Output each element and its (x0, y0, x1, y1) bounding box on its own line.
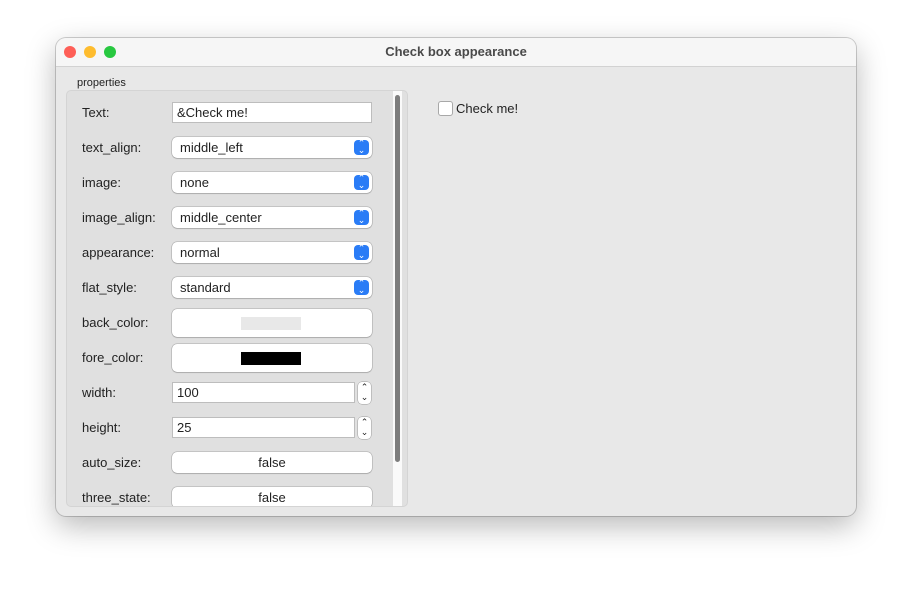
fore-color-button[interactable] (172, 344, 372, 372)
properties-panel: Text: &Check me! text_align: middle_left ⌃ ⌄ i… (66, 90, 408, 507)
flat-style-value: standard (180, 280, 231, 295)
appearance-label: appearance: (82, 245, 155, 260)
flat-style-label: flat_style: (82, 280, 137, 295)
flat-style-select[interactable]: standard ⌃ ⌄ (172, 277, 372, 298)
fore-color-label: fore_color: (82, 350, 144, 365)
scrollbar-thumb[interactable] (395, 95, 400, 462)
appearance-select[interactable]: normal ⌃ ⌄ (172, 242, 372, 263)
window-title: Check box appearance (385, 44, 527, 59)
chevron-updown-icon: ⌃ ⌄ (354, 244, 369, 260)
image-align-value: middle_center (180, 210, 262, 225)
height-stepper[interactable]: ⌃ ⌄ (358, 417, 371, 439)
width-input[interactable]: 100 (172, 382, 355, 403)
text-align-value: middle_left (180, 140, 243, 155)
width-label: width: (82, 385, 116, 400)
text-align-label: text_align: (82, 140, 142, 155)
text-input[interactable]: &Check me! (172, 102, 372, 123)
group-label: properties (77, 77, 126, 89)
auto-size-button[interactable]: false (172, 452, 372, 473)
image-align-select[interactable]: middle_center ⌃ ⌄ (172, 207, 372, 228)
scrollbar[interactable] (393, 91, 402, 506)
color-swatch (241, 352, 301, 365)
chevron-updown-icon: ⌃ ⌄ (354, 279, 369, 295)
three-state-button[interactable]: false (172, 487, 372, 506)
chevron-updown-icon: ⌃ ⌄ (354, 139, 369, 155)
image-select[interactable]: none ⌃ ⌄ (172, 172, 372, 193)
back-color-button[interactable] (172, 309, 372, 337)
window: Check box appearance properties Text: &Ch… (56, 38, 856, 516)
height-label: height: (82, 420, 122, 435)
image-align-label: image_align: (82, 210, 156, 225)
image-value: none (180, 175, 209, 190)
preview-checkbox[interactable]: Check me! (438, 101, 518, 116)
appearance-value: normal (180, 245, 220, 260)
three-state-label: three_state: (82, 490, 151, 505)
checkbox-box[interactable] (438, 101, 453, 116)
image-label: image: (82, 175, 122, 190)
title-bar: Check box appearance (56, 38, 856, 67)
chevron-updown-icon: ⌃ ⌄ (354, 174, 369, 190)
color-swatch (241, 317, 301, 330)
checkbox-label[interactable]: Check me! (456, 101, 518, 116)
auto-size-label: auto_size: (82, 455, 142, 470)
back-color-label: back_color: (82, 315, 149, 330)
chevron-updown-icon: ⌃ ⌄ (354, 209, 369, 225)
height-input[interactable]: 25 (172, 417, 355, 438)
text-label: Text: (82, 105, 110, 120)
width-stepper[interactable]: ⌃ ⌄ (358, 382, 371, 404)
text-align-select[interactable]: middle_left ⌃ ⌄ (172, 137, 372, 158)
